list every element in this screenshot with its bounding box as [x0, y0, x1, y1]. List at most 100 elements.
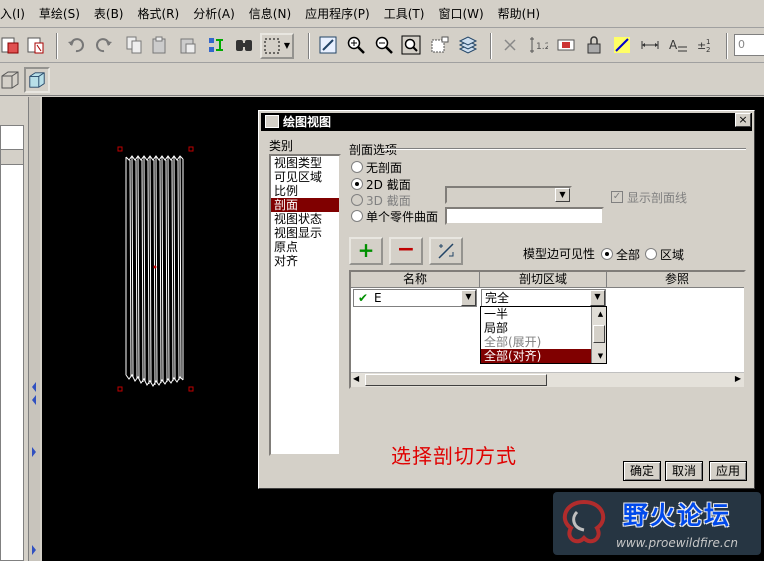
menu-info[interactable]: 信息(N)	[242, 0, 298, 28]
zoom-window-icon[interactable]	[401, 35, 421, 55]
secondary-toolbar	[0, 64, 764, 96]
category-item[interactable]: 可见区域	[271, 170, 339, 184]
category-item[interactable]: 比例	[271, 184, 339, 198]
dropdown-option-disabled[interactable]: 全部(展开)	[481, 335, 606, 349]
chevron-down-icon: ▼	[461, 290, 476, 306]
zoom-out-icon[interactable]	[374, 35, 394, 55]
menu-tools[interactable]: 工具(T)	[377, 0, 432, 28]
radio-3d-section-label: 3D 截面	[366, 194, 411, 208]
dropdown-scrollbar[interactable]: ▲ ▼	[591, 307, 606, 363]
radio-no-section[interactable]	[351, 161, 363, 173]
column-header-name[interactable]: 名称	[351, 272, 480, 288]
layers-icon[interactable]	[458, 35, 478, 55]
menu-format[interactable]: 格式(R)	[131, 0, 187, 28]
category-item[interactable]: 视图显示	[271, 226, 339, 240]
chevron-down-icon: ▼	[283, 41, 290, 50]
radio-no-section-label: 无剖面	[366, 161, 403, 175]
checkmark-icon: ✔	[358, 291, 369, 305]
undo-icon[interactable]	[66, 35, 86, 55]
close-icon: ×	[738, 113, 748, 126]
row-name-dropdown[interactable]: ✔ E ▼	[353, 289, 477, 307]
apply-button[interactable]: 应用	[709, 461, 747, 481]
main-toolbar: ▼ 1.2 A ±1 2 0	[0, 29, 764, 63]
section-name-dropdown[interactable]: ▼	[445, 186, 572, 204]
menu-analysis[interactable]: 分析(A)	[186, 0, 242, 28]
radio-2d-section[interactable]	[351, 178, 363, 190]
scroll-thumb[interactable]	[593, 325, 605, 343]
zoom-in-icon[interactable]	[346, 35, 366, 55]
category-item-selected[interactable]: 剖面	[271, 198, 339, 212]
edge-visibility-label: 模型边可见性	[523, 247, 596, 261]
paste-special-icon[interactable]	[26, 35, 46, 55]
row-region-value: 完全	[485, 291, 510, 305]
find-icon[interactable]	[234, 35, 254, 55]
table-hscrollbar[interactable]: ◀ ▶	[351, 372, 744, 387]
plus-icon: +	[357, 238, 375, 262]
add-section-button[interactable]: +	[349, 237, 383, 265]
tolerance-icon[interactable]: ±12	[696, 35, 716, 55]
surface-name-field[interactable]	[445, 207, 604, 225]
shaded-toggle[interactable]	[24, 67, 50, 93]
section-table: 名称 剖切区域 参照 ✔ E ▼ 完全 ▼ 一半 局部 全部(展开) 全部(对齐…	[349, 270, 746, 389]
paste-special-icon-2[interactable]	[178, 35, 198, 55]
redo-icon[interactable]	[94, 35, 114, 55]
refit-icon[interactable]	[318, 35, 338, 55]
category-label: 类别	[269, 139, 294, 153]
radio-edge-region[interactable]	[645, 248, 657, 260]
wireframe-box-icon[interactable]	[0, 70, 20, 90]
paste-icon[interactable]	[150, 35, 170, 55]
toolbar-separator	[56, 33, 58, 59]
toolbar-separator	[308, 33, 310, 59]
scroll-thumb[interactable]	[365, 374, 547, 386]
toolbar-separator	[490, 33, 492, 59]
flip-section-button[interactable]	[429, 237, 463, 265]
linear-dimension-icon[interactable]	[640, 35, 660, 55]
svg-text:A: A	[669, 38, 678, 52]
regenerate-icon[interactable]	[206, 35, 226, 55]
cancel-button[interactable]: 取消	[665, 461, 703, 481]
remove-section-button[interactable]: −	[389, 237, 423, 265]
radio-2d-section-label: 2D 截面	[366, 178, 411, 192]
show-hatch-checkbox[interactable]: ✓	[611, 191, 623, 203]
menu-sketch[interactable]: 草绘(S)	[32, 0, 87, 28]
model-tree[interactable]	[0, 125, 24, 561]
display-style-icon[interactable]	[430, 35, 450, 55]
dropdown-option[interactable]: 一半	[481, 307, 606, 321]
category-item[interactable]: 对齐	[271, 254, 339, 268]
radio-edge-all[interactable]	[601, 248, 613, 260]
text-style-icon[interactable]: A	[668, 35, 688, 55]
menu-applications[interactable]: 应用程序(P)	[298, 0, 377, 28]
menu-window[interactable]: 窗口(W)	[431, 0, 490, 28]
highlight-icon[interactable]	[612, 35, 632, 55]
dropdown-option[interactable]: 局部	[481, 321, 606, 335]
group-divider	[384, 148, 746, 150]
dimension-icon[interactable]: 1.2	[528, 35, 548, 55]
dialog-title-bar[interactable]: 绘图视图	[261, 113, 752, 131]
paste-drawing-icon[interactable]	[0, 35, 20, 55]
copy-icon[interactable]	[124, 35, 144, 55]
column-header-region[interactable]: 剖切区域	[480, 272, 607, 288]
panel-scrollbar[interactable]	[28, 97, 40, 561]
menu-help[interactable]: 帮助(H)	[491, 0, 547, 28]
region-dropdown-list[interactable]: 一半 局部 全部(展开) 全部(对齐) ▲ ▼	[480, 306, 607, 364]
category-item[interactable]: 原点	[271, 240, 339, 254]
select-box-dropdown[interactable]: ▼	[260, 33, 294, 59]
category-list[interactable]: 视图类型 可见区域 比例 剖面 视图状态 视图显示 原点 对齐	[269, 154, 341, 456]
menu-insert[interactable]: 入(I)	[0, 0, 32, 28]
chevron-down-icon: ▼	[555, 188, 570, 202]
column-header-reference[interactable]: 参照	[607, 272, 744, 288]
radio-3d-section[interactable]	[351, 194, 363, 206]
category-item[interactable]: 视图状态	[271, 212, 339, 226]
menu-table[interactable]: 表(B)	[87, 0, 131, 28]
dropdown-option-selected[interactable]: 全部(对齐)	[481, 349, 606, 363]
delete-icon[interactable]	[500, 35, 520, 55]
category-item[interactable]: 视图类型	[271, 156, 339, 170]
note-icon[interactable]	[556, 35, 576, 55]
radio-single-surface[interactable]	[351, 210, 363, 222]
toolbar-value-input[interactable]: 0	[734, 34, 764, 56]
ok-button[interactable]: 确定	[623, 461, 661, 481]
lock-icon[interactable]	[584, 35, 604, 55]
forum-logo-icon	[562, 499, 606, 544]
close-button[interactable]: ×	[735, 113, 751, 127]
row-region-dropdown[interactable]: 完全 ▼	[481, 289, 606, 307]
